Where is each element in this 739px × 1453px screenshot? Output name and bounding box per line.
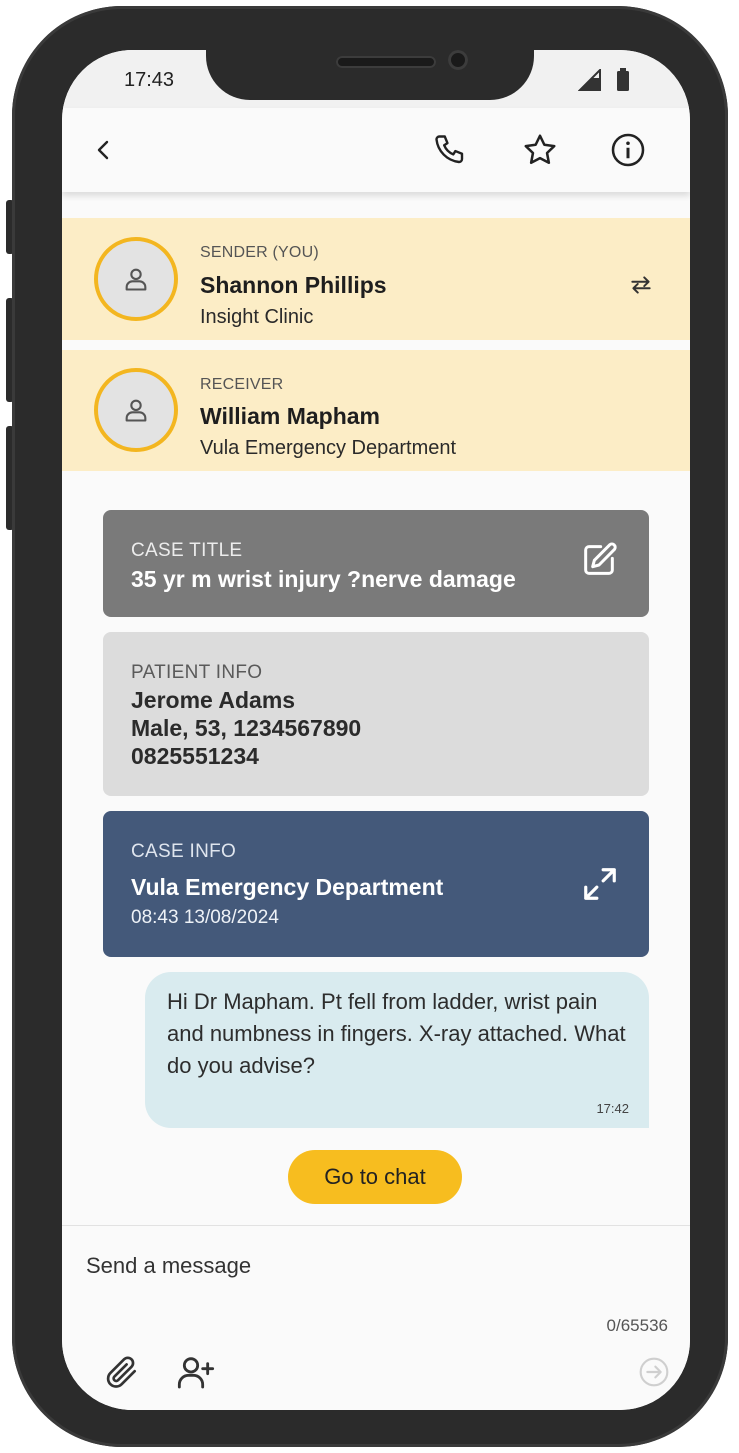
receiver-organization: Vula Emergency Department xyxy=(200,437,457,459)
sender-panel: SENDER (YOU) Shannon Phillips Insight Cl… xyxy=(62,218,690,340)
star-icon xyxy=(524,134,556,165)
info-icon xyxy=(611,133,645,167)
patient-info-label: PATIENT INFO xyxy=(131,662,263,683)
person-icon xyxy=(125,268,147,291)
sender-name: Shannon Phillips xyxy=(200,272,387,298)
battery-icon xyxy=(617,68,629,91)
case-title-card[interactable]: CASE TITLE 35 yr m wrist injury ?nerve d… xyxy=(103,510,649,617)
swap-icon xyxy=(631,276,651,294)
front-camera xyxy=(448,50,468,70)
edit-case-title-button[interactable] xyxy=(577,538,621,582)
message-time: 17:42 xyxy=(596,1101,629,1116)
case-info-label: CASE INFO xyxy=(131,841,237,862)
case-info-card[interactable]: CASE INFO Vula Emergency Department 08:4… xyxy=(103,811,649,957)
person-icon xyxy=(125,399,147,422)
message-input[interactable] xyxy=(84,1248,648,1284)
receiver-name: William Mapham xyxy=(200,403,380,429)
phone-notch xyxy=(206,50,534,100)
paperclip-icon xyxy=(106,1356,137,1388)
speaker-grille xyxy=(336,56,436,68)
signal-icon xyxy=(578,69,601,91)
case-info-timestamp: 08:43 13/08/2024 xyxy=(131,907,279,928)
add-person-icon xyxy=(177,1357,215,1389)
receiver-avatar xyxy=(94,368,178,452)
receiver-panel: RECEIVER William Mapham Vula Emergency D… xyxy=(62,350,690,471)
patient-details: Male, 53, 1234567890 xyxy=(131,715,362,741)
case-info-department: Vula Emergency Department xyxy=(131,874,444,900)
case-title-value: 35 yr m wrist injury ?nerve damage xyxy=(131,566,516,592)
patient-info-card[interactable]: PATIENT INFO Jerome Adams Male, 53, 1234… xyxy=(103,632,649,796)
add-participant-button[interactable] xyxy=(174,1350,218,1394)
app-screen: 17:43 SENDER (YOU) Shannon Phillips Insi… xyxy=(62,50,690,1410)
receiver-role: RECEIVER xyxy=(200,376,284,393)
call-button[interactable] xyxy=(430,130,470,170)
message-text: Hi Dr Mapham. Pt fell from ladder, wrist… xyxy=(167,989,626,1078)
attach-button[interactable] xyxy=(100,1350,144,1394)
go-to-chat-button[interactable]: Go to chat xyxy=(288,1150,462,1204)
favorite-button[interactable] xyxy=(520,130,560,170)
patient-phone: 0825551234 xyxy=(131,743,259,769)
send-arrow-icon xyxy=(639,1357,669,1387)
sender-role: SENDER (YOU) xyxy=(200,244,319,261)
send-button[interactable] xyxy=(636,1354,672,1390)
expand-case-info-button[interactable] xyxy=(579,863,621,905)
info-button[interactable] xyxy=(608,130,648,170)
character-counter: 0/65536 xyxy=(606,1316,668,1335)
status-time: 17:43 xyxy=(124,69,175,91)
chevron-left-icon xyxy=(97,140,109,160)
app-bar xyxy=(62,108,690,192)
expand-icon xyxy=(584,868,616,900)
sender-organization: Insight Clinic xyxy=(200,306,314,328)
status-icons xyxy=(578,68,630,92)
back-button[interactable] xyxy=(84,130,124,170)
phone-icon xyxy=(435,135,464,164)
case-title-label: CASE TITLE xyxy=(131,540,243,561)
sender-avatar xyxy=(94,237,178,321)
message-bubble[interactable]: Hi Dr Mapham. Pt fell from ladder, wrist… xyxy=(145,972,649,1128)
edit-icon xyxy=(584,542,617,575)
patient-name: Jerome Adams xyxy=(131,687,296,713)
message-composer: 0/65536 xyxy=(62,1225,690,1410)
swap-parties-button[interactable] xyxy=(624,268,658,302)
